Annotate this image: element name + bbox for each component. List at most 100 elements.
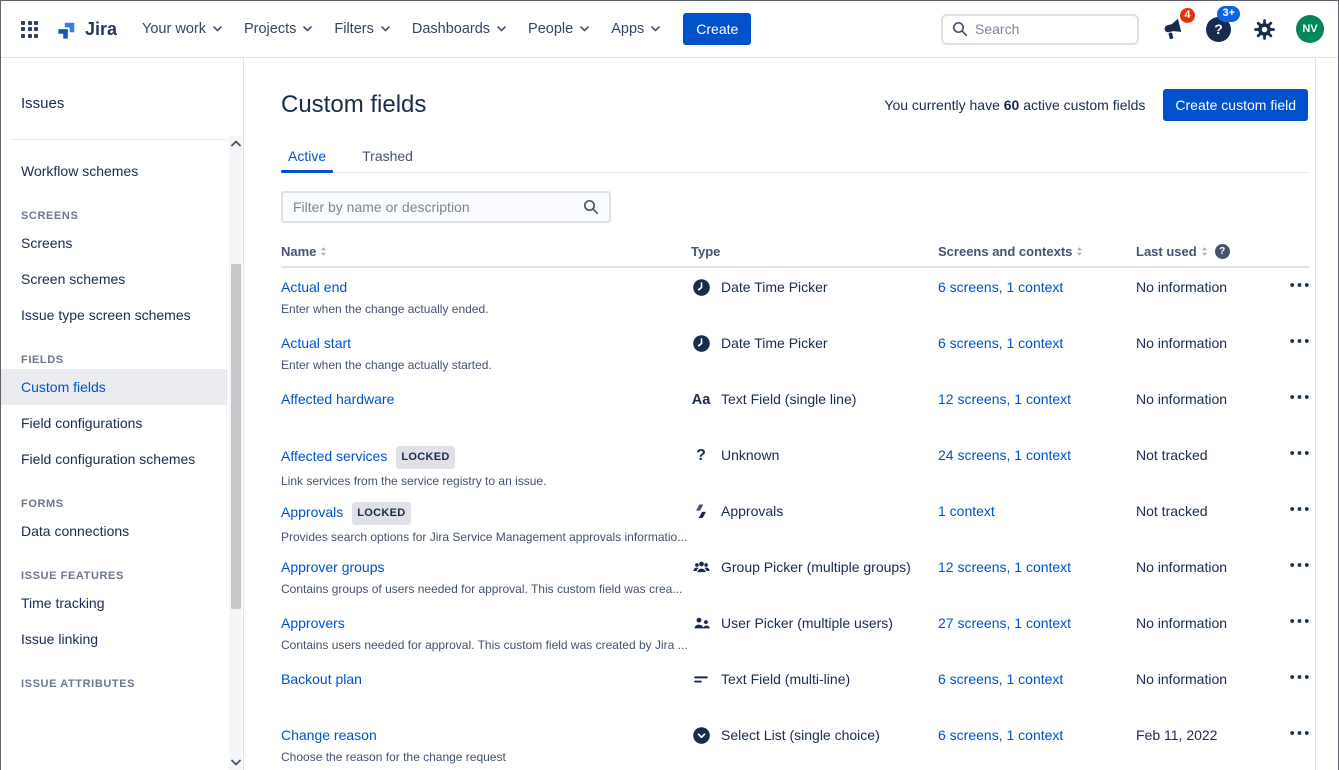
search-input[interactable] bbox=[975, 21, 1128, 37]
screens-contexts-link[interactable]: 6 screens, 1 context bbox=[938, 727, 1063, 743]
jira-logo-icon bbox=[56, 18, 79, 41]
last-used-cell: Not tracked bbox=[1136, 502, 1288, 548]
field-description: Provides search options for Jira Service… bbox=[281, 530, 691, 544]
row-actions-button[interactable] bbox=[1288, 670, 1311, 684]
avatar[interactable]: NV bbox=[1296, 15, 1324, 43]
field-description: Enter when the change actually started. bbox=[281, 358, 691, 372]
sidebar-section-heading: SCREENS bbox=[1, 189, 243, 225]
screens-contexts-link[interactable]: 6 screens, 1 context bbox=[938, 335, 1063, 351]
field-name-link[interactable]: Change reason bbox=[281, 727, 377, 743]
sidebar-item-data-connections[interactable]: Data connections bbox=[1, 513, 228, 549]
settings-button[interactable] bbox=[1251, 16, 1278, 43]
filter-input[interactable] bbox=[293, 199, 583, 215]
ellipsis-icon bbox=[1290, 731, 1309, 735]
field-name-link[interactable]: Approver groups bbox=[281, 559, 385, 575]
ellipsis-icon bbox=[1290, 619, 1309, 623]
screens-cell: 6 screens, 1 context bbox=[938, 334, 1136, 380]
nav-item-projects[interactable]: Projects bbox=[233, 13, 323, 45]
field-name-link[interactable]: Approvers bbox=[281, 615, 345, 631]
field-name-link[interactable]: Affected services bbox=[281, 448, 387, 464]
row-actions-button[interactable] bbox=[1288, 390, 1311, 404]
help-button[interactable]: ? 3+ bbox=[1204, 15, 1233, 44]
sidebar-item-screen-schemes[interactable]: Screen schemes bbox=[1, 261, 228, 297]
sidebar-item-label: Data connections bbox=[21, 523, 129, 539]
sidebar-item-field-configurations[interactable]: Field configurations bbox=[1, 405, 228, 441]
field-name-link[interactable]: Actual start bbox=[281, 335, 351, 351]
last-used-cell: No information bbox=[1136, 334, 1288, 380]
sidebar-scrollbar[interactable] bbox=[229, 136, 242, 770]
screens-cell: 24 screens, 1 context bbox=[938, 446, 1136, 492]
scroll-down-icon[interactable] bbox=[231, 759, 241, 766]
create-button[interactable]: Create bbox=[683, 13, 751, 45]
row-actions-button[interactable] bbox=[1288, 446, 1311, 460]
name-line: Actual end bbox=[281, 278, 691, 297]
column-header-last-used[interactable]: Last used? bbox=[1136, 244, 1288, 259]
type-cell: ?Unknown bbox=[691, 446, 938, 492]
column-header-screens-and-contexts[interactable]: Screens and contexts bbox=[938, 244, 1136, 259]
nav-item-filters[interactable]: Filters bbox=[323, 13, 400, 45]
summary-prefix: You currently have bbox=[884, 97, 1003, 113]
sidebar-item-screens[interactable]: Screens bbox=[1, 225, 228, 261]
actions-cell bbox=[1288, 726, 1313, 770]
sidebar-item-workflow-schemes[interactable]: Workflow schemes bbox=[1, 153, 228, 189]
jira-logo[interactable]: Jira bbox=[48, 18, 129, 41]
scroll-up-icon[interactable] bbox=[231, 140, 241, 147]
sidebar-item-issue-linking[interactable]: Issue linking bbox=[1, 621, 228, 657]
sidebar-section-heading: ISSUE FEATURES bbox=[1, 549, 243, 585]
tab-active[interactable]: Active bbox=[281, 148, 333, 172]
last-used-cell: No information bbox=[1136, 278, 1288, 324]
sidebar-item-label: Field configurations bbox=[21, 415, 142, 431]
nav-item-label: Dashboards bbox=[412, 21, 490, 37]
column-header-name[interactable]: Name bbox=[281, 244, 691, 259]
approvals-icon bbox=[691, 502, 711, 521]
field-name-link[interactable]: Backout plan bbox=[281, 671, 362, 687]
screens-contexts-link[interactable]: 24 screens, 1 context bbox=[938, 447, 1071, 463]
row-actions-button[interactable] bbox=[1288, 502, 1311, 516]
row-actions-button[interactable] bbox=[1288, 614, 1311, 628]
screens-contexts-link[interactable]: 6 screens, 1 context bbox=[938, 671, 1063, 687]
top-navbar: Jira Your work Projects Filters Dashboards P… bbox=[1, 1, 1338, 58]
row-actions-button[interactable] bbox=[1288, 726, 1311, 740]
field-name-link[interactable]: Affected hardware bbox=[281, 391, 394, 407]
sidebar-item-custom-fields[interactable]: Custom fields bbox=[1, 369, 228, 405]
scrollbar-thumb[interactable] bbox=[231, 264, 241, 609]
nav-item-apps[interactable]: Apps bbox=[600, 13, 671, 45]
sidebar-item-field-configuration-schemes[interactable]: Field configuration schemes bbox=[1, 441, 228, 477]
group-picker-icon bbox=[691, 558, 711, 577]
tab-label: Trashed bbox=[362, 148, 413, 164]
last-used-value: No information bbox=[1136, 671, 1227, 687]
actions-cell bbox=[1288, 278, 1313, 324]
row-actions-button[interactable] bbox=[1288, 278, 1311, 292]
sidebar-item-label: Screen schemes bbox=[21, 271, 125, 287]
help-icon[interactable]: ? bbox=[1215, 244, 1230, 259]
actions-cell bbox=[1288, 502, 1313, 548]
chevron-down-icon bbox=[580, 26, 589, 32]
row-actions-button[interactable] bbox=[1288, 558, 1311, 572]
ellipsis-icon bbox=[1290, 451, 1309, 455]
screens-contexts-link[interactable]: 6 screens, 1 context bbox=[938, 279, 1063, 295]
sidebar-item-time-tracking[interactable]: Time tracking bbox=[1, 585, 228, 621]
row-actions-button[interactable] bbox=[1288, 334, 1311, 348]
filter-row bbox=[281, 191, 1309, 223]
nav-item-dashboards[interactable]: Dashboards bbox=[401, 13, 517, 45]
datetime-picker-icon bbox=[691, 334, 711, 353]
field-name-link[interactable]: Actual end bbox=[281, 279, 347, 295]
app-switcher-button[interactable] bbox=[13, 13, 46, 46]
actions-cell bbox=[1288, 614, 1313, 660]
notifications-button[interactable]: 4 bbox=[1157, 15, 1186, 44]
chevron-down-icon bbox=[381, 26, 390, 32]
sidebar-item-issue-type-screen-schemes[interactable]: Issue type screen schemes bbox=[1, 297, 228, 333]
create-custom-field-button[interactable]: Create custom field bbox=[1163, 89, 1308, 121]
table-row: ApprovalsLOCKEDProvides search options f… bbox=[281, 492, 1309, 548]
field-name-link[interactable]: Approvals bbox=[281, 504, 343, 520]
sidebar-item-label: Screens bbox=[21, 235, 72, 251]
screens-contexts-link[interactable]: 27 screens, 1 context bbox=[938, 615, 1071, 631]
nav-item-label: Apps bbox=[611, 21, 644, 37]
nav-item-your-work[interactable]: Your work bbox=[131, 13, 233, 45]
screens-contexts-link[interactable]: 12 screens, 1 context bbox=[938, 559, 1071, 575]
nav-item-label: Projects bbox=[244, 21, 296, 37]
nav-item-people[interactable]: People bbox=[517, 13, 600, 45]
screens-contexts-link[interactable]: 12 screens, 1 context bbox=[938, 391, 1071, 407]
tab-trashed[interactable]: Trashed bbox=[355, 148, 420, 172]
screens-contexts-link[interactable]: 1 context bbox=[938, 503, 995, 519]
